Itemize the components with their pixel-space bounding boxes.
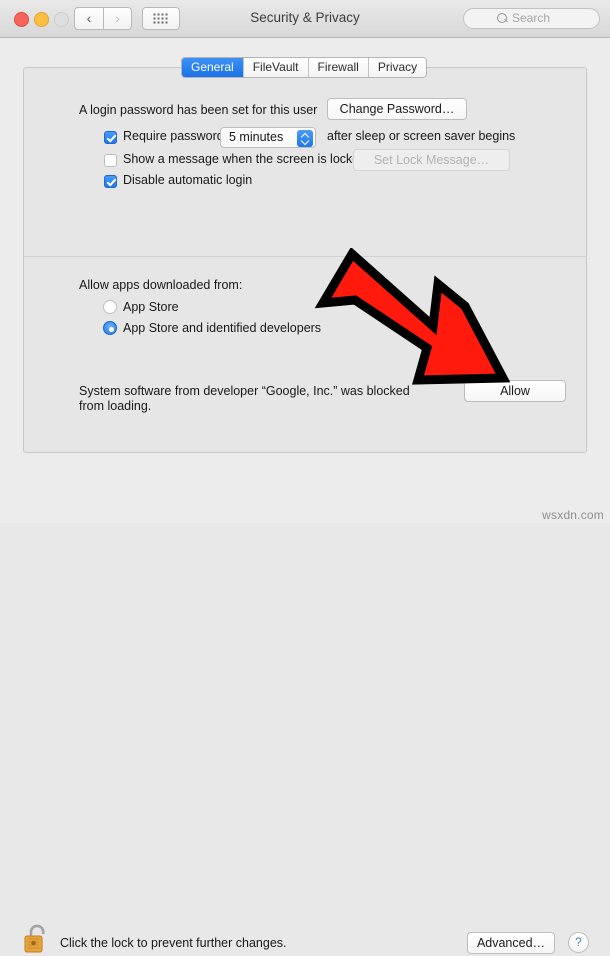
general-tab-panel: A login password has been set for this u… (23, 67, 587, 453)
require-password-suffix: after sleep or screen saver begins (327, 129, 516, 143)
require-password-checkbox[interactable] (104, 131, 117, 144)
blocked-software-message-line2: from loading. (79, 399, 152, 413)
require-password-interval-select[interactable]: 5 minutes (220, 127, 316, 148)
tab-filevault[interactable]: FileVault (243, 58, 309, 77)
advanced-button[interactable]: Advanced… (467, 932, 555, 954)
show-lock-message-checkbox[interactable] (104, 154, 117, 167)
security-privacy-window: ‹ › Security & Privacy Search General Fi… (0, 0, 610, 954)
help-button[interactable]: ? (568, 932, 589, 953)
radio-app-store[interactable] (103, 300, 117, 314)
search-input[interactable]: Search (463, 8, 600, 29)
tab-privacy[interactable]: Privacy (368, 58, 427, 77)
disable-auto-login-label: Disable automatic login (123, 173, 253, 187)
require-password-label: Require password (123, 129, 224, 143)
footer-bar: Click the lock to prevent further change… (0, 455, 610, 954)
allow-apps-heading: Allow apps downloaded from: (79, 278, 243, 292)
tab-general[interactable]: General (182, 58, 244, 77)
radio-app-store-label: App Store (123, 300, 179, 314)
set-lock-message-button: Set Lock Message… (353, 149, 510, 171)
window-titlebar: ‹ › Security & Privacy Search (0, 0, 610, 38)
stepper-icon[interactable] (297, 129, 313, 147)
interval-value: 5 minutes (229, 130, 284, 144)
radio-app-store-and-identified-developers[interactable] (103, 321, 117, 335)
radio-app-store-and-identified-developers-label: App Store and identified developers (123, 321, 322, 335)
show-lock-message-label: Show a message when the screen is locked (123, 152, 367, 166)
search-icon (497, 13, 507, 23)
disable-auto-login-checkbox[interactable] (104, 175, 117, 188)
search-placeholder: Search (512, 11, 551, 25)
section-divider (24, 256, 586, 257)
lock-caption: Click the lock to prevent further change… (60, 936, 287, 950)
change-password-button[interactable]: Change Password… (327, 98, 467, 120)
blocked-software-message-line1: System software from developer “Google, … (79, 384, 410, 398)
open-lock-icon[interactable] (22, 922, 52, 956)
tab-firewall[interactable]: Firewall (308, 58, 369, 77)
tab-bar: General FileVault Firewall Privacy (181, 57, 428, 78)
login-password-status: A login password has been set for this u… (79, 103, 318, 117)
allow-button[interactable]: Allow (464, 380, 566, 402)
watermark: wsxdn.com (542, 508, 604, 522)
